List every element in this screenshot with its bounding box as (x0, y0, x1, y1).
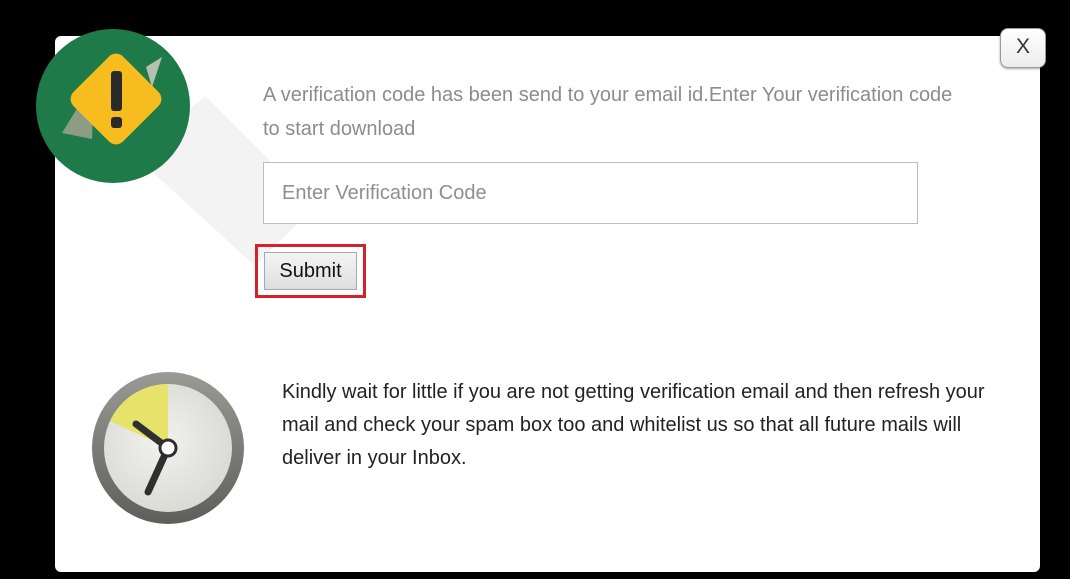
screen: A verification code has been send to you… (0, 0, 1070, 579)
close-icon: X (1015, 35, 1030, 58)
verification-code-input[interactable] (263, 162, 918, 224)
close-button[interactable]: X (1000, 28, 1046, 68)
clock-icon (92, 372, 244, 524)
submit-button[interactable]: Submit (264, 252, 357, 290)
warning-icon (36, 29, 190, 183)
verification-dialog: A verification code has been send to you… (55, 36, 1040, 572)
verification-note: Kindly wait for little if you are not ge… (282, 381, 985, 469)
verification-message: A verification code has been send to you… (263, 84, 953, 140)
